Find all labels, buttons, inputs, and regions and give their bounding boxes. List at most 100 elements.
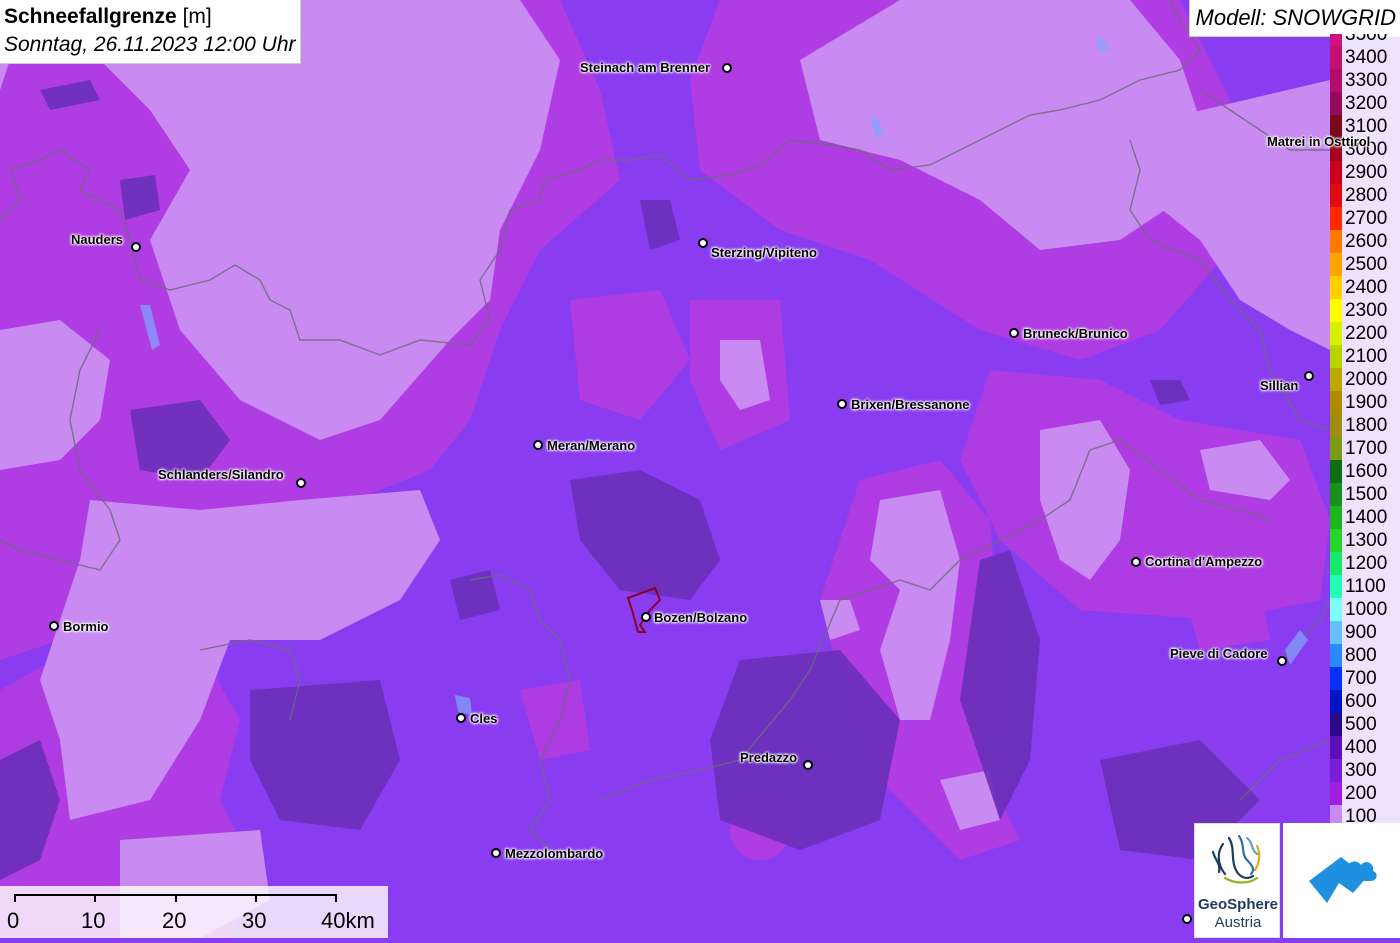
mountain-cloud-icon — [1309, 857, 1377, 903]
legend-label: 300 — [1342, 759, 1400, 782]
city-label: Meran/Merano — [547, 438, 636, 453]
legend-label: 2400 — [1342, 276, 1400, 299]
legend-swatch — [1330, 414, 1342, 437]
legend-swatch — [1330, 460, 1342, 483]
legend-swatch — [1330, 598, 1342, 621]
legend-swatch — [1330, 92, 1342, 115]
city-marker[interactable] — [1182, 914, 1192, 924]
legend-label: 2000 — [1342, 368, 1400, 391]
city-marker[interactable] — [456, 713, 466, 723]
legend-swatch — [1330, 483, 1342, 506]
city-marker[interactable] — [698, 238, 708, 248]
map-title-name: Schneefallgrenze — [4, 5, 177, 28]
city-label: Bozen/Bolzano — [654, 610, 748, 625]
map-title-unit: [m] — [176, 5, 212, 28]
legend-swatch — [1330, 184, 1342, 207]
legend-swatch — [1330, 207, 1342, 230]
legend-item: 1000 — [1330, 598, 1400, 621]
legend-label: 3500 — [1342, 34, 1400, 46]
scale-label: 0 — [7, 908, 20, 933]
city-marker[interactable] — [491, 848, 501, 858]
legend-label: 700 — [1342, 667, 1400, 690]
legend-swatch — [1330, 529, 1342, 552]
legend-swatch — [1330, 299, 1342, 322]
city-label: Cles — [470, 711, 498, 726]
legend-label: 1700 — [1342, 437, 1400, 460]
geosphere-logo[interactable]: GeoSphere Austria — [1194, 823, 1280, 938]
legend-label: 800 — [1342, 644, 1400, 667]
legend-swatch — [1330, 391, 1342, 414]
city-label: Cortina d'Ampezzo — [1145, 554, 1263, 569]
city-marker[interactable] — [803, 760, 813, 770]
city-marker[interactable] — [1131, 557, 1141, 567]
city-label: Mezzolombardo — [505, 846, 604, 861]
legend-swatch — [1330, 575, 1342, 598]
city-marker[interactable] — [722, 63, 732, 73]
city-marker[interactable] — [1277, 656, 1287, 666]
legend-item: 2300 — [1330, 299, 1400, 322]
legend-item: 2800 — [1330, 184, 1400, 207]
legend-swatch — [1330, 437, 1342, 460]
scale-tick — [14, 894, 16, 902]
legend-item: 3200 — [1330, 92, 1400, 115]
legend-label: 1600 — [1342, 460, 1400, 483]
legend-swatch — [1330, 345, 1342, 368]
city-label: Sillian — [1260, 378, 1299, 393]
legend-item: 1600 — [1330, 460, 1400, 483]
legend-swatch — [1330, 34, 1342, 46]
legend-label: 2600 — [1342, 230, 1400, 253]
legend-item: 3500 — [1330, 34, 1400, 46]
city-marker[interactable] — [1304, 371, 1314, 381]
legend-item: 1500 — [1330, 483, 1400, 506]
city-marker[interactable] — [131, 242, 141, 252]
city-marker[interactable] — [49, 621, 59, 631]
city-marker[interactable] — [1009, 328, 1019, 338]
legend-item: 500 — [1330, 713, 1400, 736]
legend-label: 1400 — [1342, 506, 1400, 529]
legend-item: 3400 — [1330, 46, 1400, 69]
legend-swatch — [1330, 667, 1342, 690]
scale-label: 30 — [242, 908, 267, 933]
legend-item: 2900 — [1330, 161, 1400, 184]
legend-item: 2100 — [1330, 345, 1400, 368]
legend-label: 1000 — [1342, 598, 1400, 621]
city-marker[interactable] — [837, 399, 847, 409]
legend-item: 1400 — [1330, 506, 1400, 529]
legend-label: 1900 — [1342, 391, 1400, 414]
legend-swatch — [1330, 690, 1342, 713]
map-title-box: Schneefallgrenze [m] Sonntag, 26.11.2023… — [0, 0, 301, 64]
legend-label: 2200 — [1342, 322, 1400, 345]
legend-item: 2200 — [1330, 322, 1400, 345]
city-label: Predazzo — [740, 750, 798, 765]
city-marker[interactable] — [296, 478, 306, 488]
legend-item: 1300 — [1330, 529, 1400, 552]
legend-item: 2700 — [1330, 207, 1400, 230]
legend-swatch — [1330, 46, 1342, 69]
city-label: Nauders — [71, 232, 124, 247]
legend-item: 300 — [1330, 759, 1400, 782]
legend-label: 1100 — [1342, 575, 1400, 598]
legend-swatch — [1330, 759, 1342, 782]
legend-label: 2700 — [1342, 207, 1400, 230]
city-label: Steinach am Brenner — [580, 60, 711, 75]
app-logo[interactable] — [1283, 823, 1400, 938]
legend-swatch — [1330, 782, 1342, 805]
legend-item: 2500 — [1330, 253, 1400, 276]
legend-item: 400 — [1330, 736, 1400, 759]
city-marker[interactable] — [533, 440, 543, 450]
legend-item: 600 — [1330, 690, 1400, 713]
legend-item: 1900 — [1330, 391, 1400, 414]
legend-label: 1300 — [1342, 529, 1400, 552]
legend-label: 1200 — [1342, 552, 1400, 575]
city-marker[interactable] — [641, 612, 651, 622]
legend-label: 2900 — [1342, 161, 1400, 184]
legend-item: 1100 — [1330, 575, 1400, 598]
scale-tick — [255, 894, 257, 902]
scale-tick — [94, 894, 96, 902]
legend-label: 2100 — [1342, 345, 1400, 368]
legend-item: 900 — [1330, 621, 1400, 644]
scale-label: 40km — [321, 908, 375, 933]
legend-swatch — [1330, 322, 1342, 345]
legend-item: 200 — [1330, 782, 1400, 805]
legend-label: 3200 — [1342, 92, 1400, 115]
